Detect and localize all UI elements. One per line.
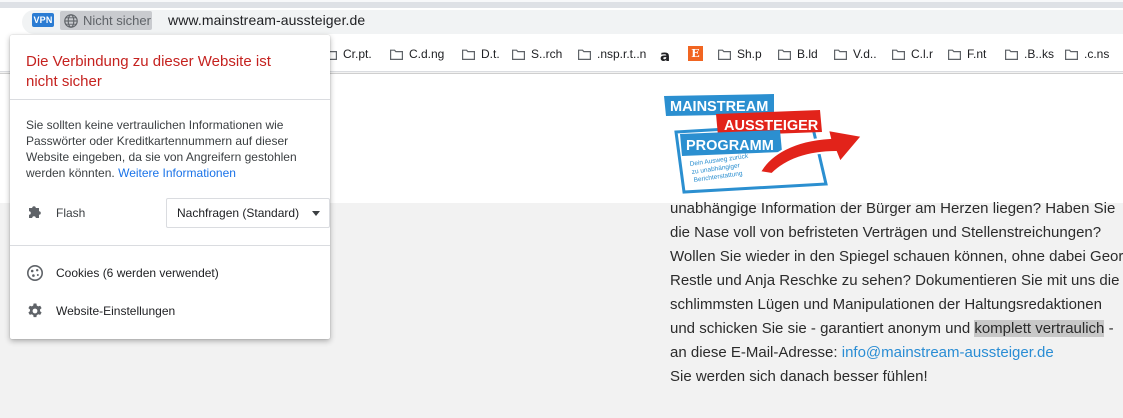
folder-icon <box>1005 49 1018 60</box>
bookmark-etsy[interactable]: E <box>688 46 703 61</box>
folder-icon <box>778 49 791 60</box>
popup-divider <box>10 245 330 246</box>
security-text: Nicht sicher <box>83 13 151 28</box>
bookmark-label: C.l.r <box>911 47 933 61</box>
bookmark-label: C.d.ng <box>409 47 445 61</box>
article-line: Restle und Anja Reschke zu sehen? Dokume… <box>670 272 1120 289</box>
gear-icon <box>28 303 42 318</box>
puzzle-icon <box>29 206 41 218</box>
security-indicator[interactable]: Nicht sicher <box>60 11 152 30</box>
bookmark-folder[interactable]: Sh.p <box>718 47 762 61</box>
cookie-icon <box>27 265 43 281</box>
bookmark-label: Cr.pt. <box>343 47 372 61</box>
flash-permission-row: Flash Nachfragen (Standard) <box>26 198 330 228</box>
email-link[interactable]: info@mainstream-aussteiger.de <box>842 344 1054 361</box>
globe-icon <box>64 13 78 28</box>
logo-line-3: PROGRAMM <box>686 138 774 154</box>
bookmark-folder[interactable]: C.d.ng <box>390 47 444 61</box>
bookmark-folder[interactable]: F.nt <box>948 47 986 61</box>
bookmark-folder[interactable]: .c.ns <box>1065 47 1109 61</box>
bookmark-label: F.nt <box>967 47 987 61</box>
bookmark-folder[interactable]: V.d.. <box>834 47 877 61</box>
flash-select-value: Nachfragen (Standard) <box>177 206 300 220</box>
highlighted-text[interactable]: komplett vertraulich <box>974 320 1105 337</box>
bookmark-label: V.d.. <box>853 47 877 61</box>
bookmark-folder[interactable]: B.ld <box>778 47 818 61</box>
folder-icon <box>718 49 731 60</box>
article-text-segment: und schicken Sie sie - garantiert anonym… <box>670 320 975 337</box>
bookmark-label: B.ld <box>797 47 818 61</box>
bookmark-folder[interactable]: Cr.pt. <box>324 47 372 61</box>
bookmark-folder[interactable]: C.l.r <box>892 47 933 61</box>
url-text[interactable]: www.mainstream-aussteiger.de <box>168 12 365 28</box>
bookmark-folder[interactable]: .nsp.r.t..n <box>578 47 646 61</box>
bookmark-label: D.t. <box>481 47 500 61</box>
bookmark-amazon[interactable]: a <box>660 47 674 65</box>
tab-strip-edge <box>0 0 1123 2</box>
site-settings-row[interactable]: Website-Einstellungen <box>26 299 316 323</box>
folder-icon <box>462 49 475 60</box>
article-text-segment: - <box>1104 320 1114 337</box>
amazon-icon: a <box>660 47 671 65</box>
bookmark-label: .c.ns <box>1084 47 1110 61</box>
popup-divider <box>10 99 330 100</box>
cookies-row[interactable]: Cookies (6 werden verwendet) <box>26 261 316 285</box>
folder-icon <box>892 49 905 60</box>
bookmark-folder[interactable]: S..rch <box>512 47 562 61</box>
article-text: unabhängige Information der Bürger am He… <box>670 197 1123 389</box>
folder-icon <box>948 49 961 60</box>
article-text-segment: an diese E-Mail-Adresse: <box>670 344 842 361</box>
popup-title: Die Verbindung zu dieser Website ist nic… <box>26 53 271 90</box>
vpn-badge[interactable]: VPN <box>32 13 54 27</box>
flash-select[interactable]: Nachfragen (Standard) <box>166 198 330 228</box>
popup-warning-text: Sie sollten keine vertraulichen Informat… <box>26 117 318 181</box>
bookmark-label: S..rch <box>531 47 563 61</box>
bookmark-label: .B..ks <box>1024 47 1055 61</box>
site-logo[interactable]: MAINSTREAM AUSSTEIGER PROGRAMM Dein Ausw… <box>662 92 868 202</box>
tab-strip <box>0 0 1123 8</box>
cookies-label: Cookies (6 werden verwendet) <box>56 266 219 280</box>
more-info-link[interactable]: Weitere Informationen <box>118 166 236 180</box>
bookmark-label: .nsp.r.t..n <box>597 47 647 61</box>
folder-icon <box>390 49 403 60</box>
bookmark-label: Sh.p <box>737 47 762 61</box>
article-line: an diese E-Mail-Adresse: info@mainstream… <box>670 341 1120 365</box>
site-settings-label: Website-Einstellungen <box>56 304 176 318</box>
folder-icon <box>1065 49 1078 60</box>
folder-icon <box>834 49 847 60</box>
caret-down-icon <box>312 211 320 216</box>
folder-icon <box>512 49 525 60</box>
article-line: schlimmsten Lügen und Manipulationen der… <box>670 296 1102 313</box>
article-line: Wollen Sie wieder in den Spiegel schauen… <box>670 248 1123 265</box>
bookmark-folder[interactable]: D.t. <box>462 47 500 61</box>
article-line: und schicken Sie sie - garantiert anonym… <box>670 317 1120 341</box>
flash-label: Flash <box>56 206 86 220</box>
site-info-popup: Die Verbindung zu dieser Website ist nic… <box>10 35 330 339</box>
folder-icon <box>578 49 591 60</box>
article-line: unabhängige Information der Bürger am He… <box>670 200 1116 217</box>
article-line: Sie werden sich danach besser fühlen! <box>670 368 928 385</box>
bookmark-folder[interactable]: .B..ks <box>1005 47 1054 61</box>
etsy-icon: E <box>688 46 703 61</box>
article-line: die Nase voll von befristeten Verträgen … <box>670 224 1102 241</box>
